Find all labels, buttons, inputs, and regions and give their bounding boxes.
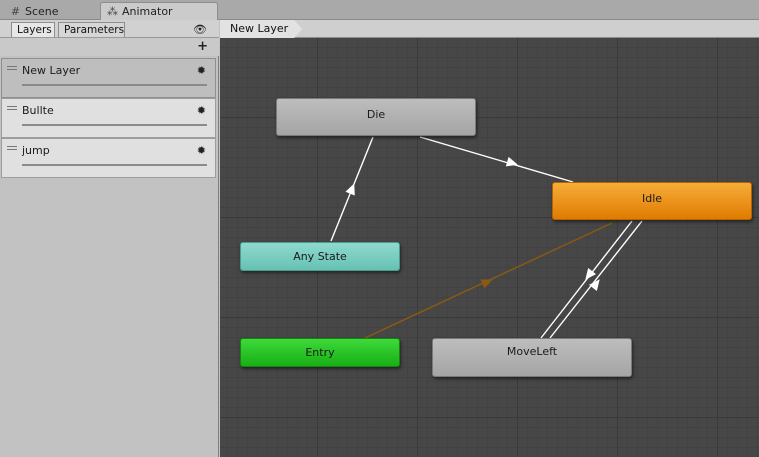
layer-weight-bar [22, 164, 207, 166]
grid-icon: # [10, 5, 21, 18]
gear-icon[interactable]: ✹ [197, 144, 206, 157]
gear-icon[interactable]: ✹ [197, 64, 206, 77]
layer-item-bullte[interactable]: Bullte ✹ [1, 98, 216, 138]
state-node-die[interactable]: Die [276, 98, 476, 136]
layer-weight-bar [22, 84, 207, 86]
layer-weight-bar [22, 124, 207, 126]
add-layer-icon[interactable]: + [197, 39, 208, 54]
eye-icon[interactable]: 👁 [193, 23, 207, 36]
tab-parameters[interactable]: Parameters [58, 22, 125, 37]
layer-name: Bullte [22, 104, 54, 117]
state-node-idle[interactable]: Idle [552, 182, 752, 220]
layer-item-jump[interactable]: jump ✹ [1, 138, 216, 178]
state-node-moveleft[interactable]: MoveLeft [432, 338, 632, 377]
drag-handle-icon[interactable] [7, 106, 17, 110]
panel-subtabs: Layers Parameters 👁 [0, 20, 219, 38]
state-label: Idle [641, 191, 663, 205]
tab-layers[interactable]: Layers [11, 22, 55, 37]
tab-animator[interactable]: ⁂ Animator [100, 2, 218, 20]
layer-item-new-layer[interactable]: New Layer ✹ [1, 58, 216, 98]
animator-graph-canvas[interactable] [220, 20, 759, 457]
animator-icon: ⁂ [107, 5, 118, 18]
layer-name: jump [22, 144, 50, 157]
tab-animator-label: Animator [122, 5, 173, 18]
drag-handle-icon[interactable] [7, 66, 17, 70]
state-label: Any State [293, 250, 347, 263]
layer-name: New Layer [22, 64, 81, 77]
layer-toolbar: + [0, 38, 219, 56]
state-node-any-state[interactable]: Any State [240, 242, 400, 271]
window-tab-bar: # Scene ⁂ Animator [0, 0, 759, 20]
state-label: Die [366, 107, 386, 121]
state-label: Entry [305, 346, 335, 359]
drag-handle-icon[interactable] [7, 146, 17, 150]
tab-scene[interactable]: # Scene [4, 3, 96, 20]
state-label: MoveLeft [506, 345, 558, 358]
gear-icon[interactable]: ✹ [197, 104, 206, 117]
layers-panel: Layers Parameters 👁 + New Layer ✹ Bullte… [0, 20, 219, 457]
tab-scene-label: Scene [25, 5, 59, 18]
breadcrumb: New Layer [220, 20, 759, 38]
breadcrumb-item-layer[interactable]: New Layer [220, 20, 302, 38]
state-node-entry[interactable]: Entry [240, 338, 400, 367]
